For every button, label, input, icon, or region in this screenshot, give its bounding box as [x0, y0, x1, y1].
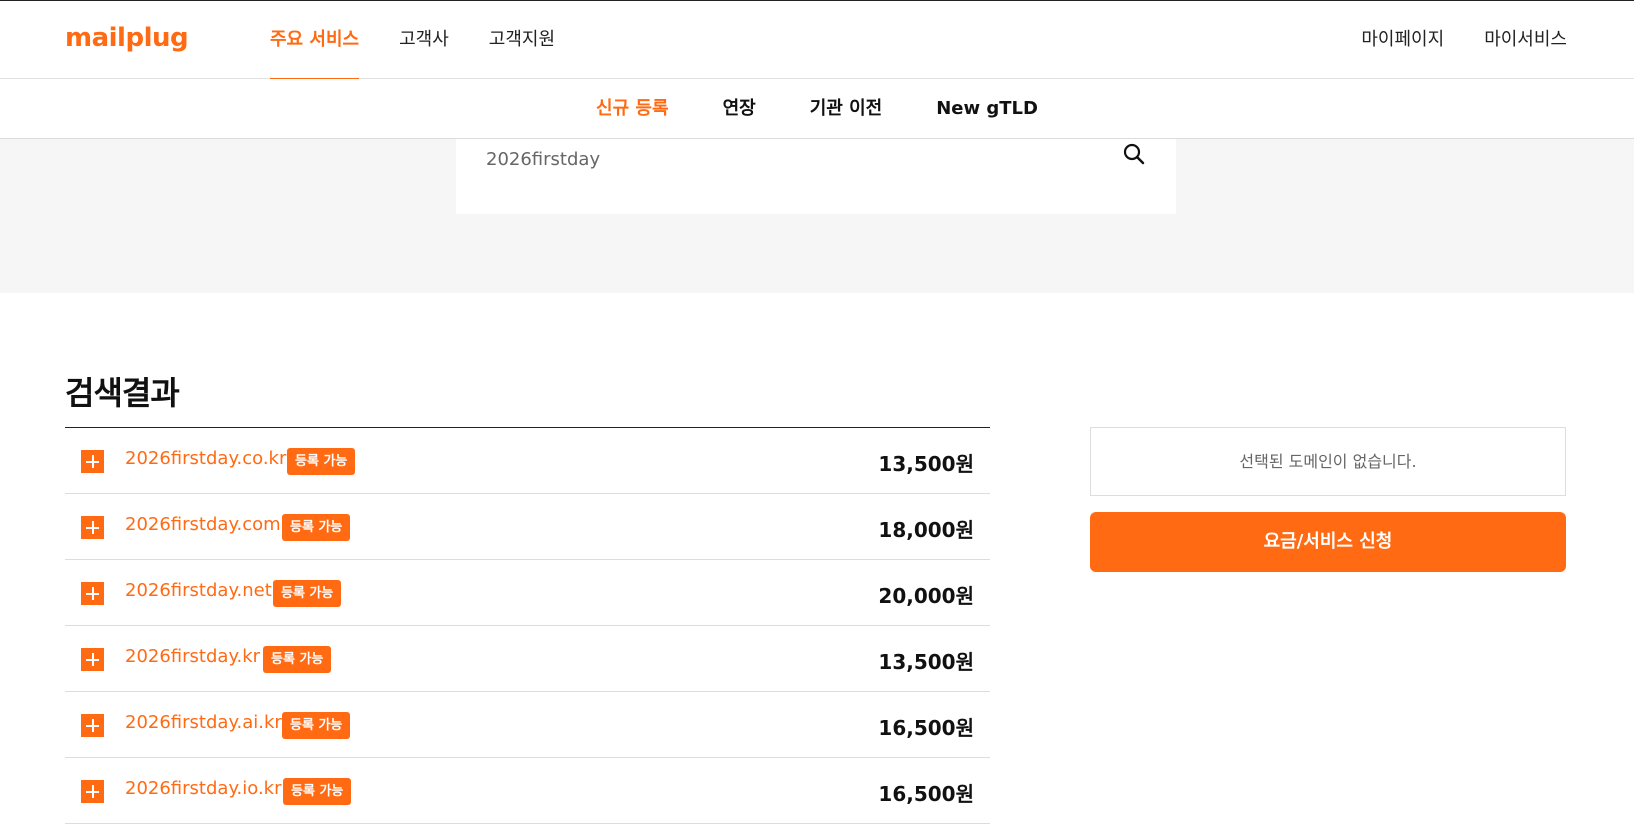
main-nav-services[interactable]: 주요 서비스: [270, 1, 360, 80]
main-nav-support[interactable]: 고객지원: [489, 1, 555, 79]
status-badge: 등록 가능: [287, 448, 356, 475]
result-row: 2026firstday.ai.kr 등록 가능 16,500원: [65, 692, 990, 758]
myservice-link[interactable]: 마이서비스: [1484, 1, 1567, 79]
domain-name[interactable]: 2026firstday.net: [125, 580, 272, 601]
domain-price: 16,500원: [878, 716, 974, 740]
tab-new-registration[interactable]: 신규 등록: [596, 79, 669, 138]
domain-price: 13,500원: [878, 452, 974, 476]
status-badge: 등록 가능: [283, 778, 352, 805]
domain-price: 20,000원: [878, 584, 974, 608]
domain-price: 18,000원: [878, 518, 974, 542]
domain-name[interactable]: 2026firstday.ai.kr: [125, 712, 282, 733]
results-list: 2026firstday.co.kr 등록 가능 13,500원 2026fir…: [65, 427, 990, 824]
add-domain-button[interactable]: [81, 780, 104, 803]
status-badge: 등록 가능: [273, 580, 342, 607]
results-title: 검색결과: [65, 374, 180, 412]
add-domain-button[interactable]: [81, 582, 104, 605]
add-domain-button[interactable]: [81, 648, 104, 671]
domain-name[interactable]: 2026firstday.kr: [125, 646, 260, 667]
mailplug-logo[interactable]: mailplug: [65, 23, 189, 53]
mypage-link[interactable]: 마이페이지: [1361, 1, 1444, 79]
result-row: 2026firstday.kr 등록 가능 13,500원: [65, 626, 990, 692]
selected-domains-box: 선택된 도메인이 없습니다.: [1090, 427, 1566, 496]
status-badge: 등록 가능: [263, 646, 332, 673]
tab-transfer[interactable]: 기관 이전: [810, 79, 883, 138]
status-badge: 등록 가능: [282, 712, 351, 739]
domain-price: 13,500원: [878, 650, 974, 674]
domain-name[interactable]: 2026firstday.io.kr: [125, 778, 282, 799]
sub-nav: 신규 등록 연장 기관 이전 New gTLD: [0, 79, 1634, 139]
add-domain-button[interactable]: [81, 714, 104, 737]
search-icon[interactable]: [1123, 143, 1145, 165]
tab-new-gtld[interactable]: New gTLD: [936, 79, 1038, 138]
domain-search-input[interactable]: [486, 143, 1086, 175]
search-box: [456, 139, 1176, 214]
domain-name[interactable]: 2026firstday.com: [125, 514, 281, 535]
search-section: [0, 139, 1634, 293]
domain-name[interactable]: 2026firstday.co.kr: [125, 448, 286, 469]
main-nav-customers[interactable]: 고객사: [399, 1, 449, 79]
result-row: 2026firstday.io.kr 등록 가능 16,500원: [65, 758, 990, 824]
tab-renewal[interactable]: 연장: [723, 79, 756, 138]
user-nav: 마이페이지 마이서비스: [1321, 1, 1567, 79]
add-domain-button[interactable]: [81, 450, 104, 473]
main-nav: 주요 서비스 고객사 고객지원: [270, 1, 595, 80]
result-row: 2026firstday.com 등록 가능 18,000원: [65, 494, 990, 560]
result-row: 2026firstday.net 등록 가능 20,000원: [65, 560, 990, 626]
status-badge: 등록 가능: [282, 514, 351, 541]
add-domain-button[interactable]: [81, 516, 104, 539]
domain-price: 16,500원: [878, 782, 974, 806]
apply-service-button[interactable]: 요금/서비스 신청: [1090, 512, 1566, 572]
result-row: 2026firstday.co.kr 등록 가능 13,500원: [65, 428, 990, 494]
top-header: mailplug 주요 서비스 고객사 고객지원 마이페이지 마이서비스: [0, 0, 1634, 80]
